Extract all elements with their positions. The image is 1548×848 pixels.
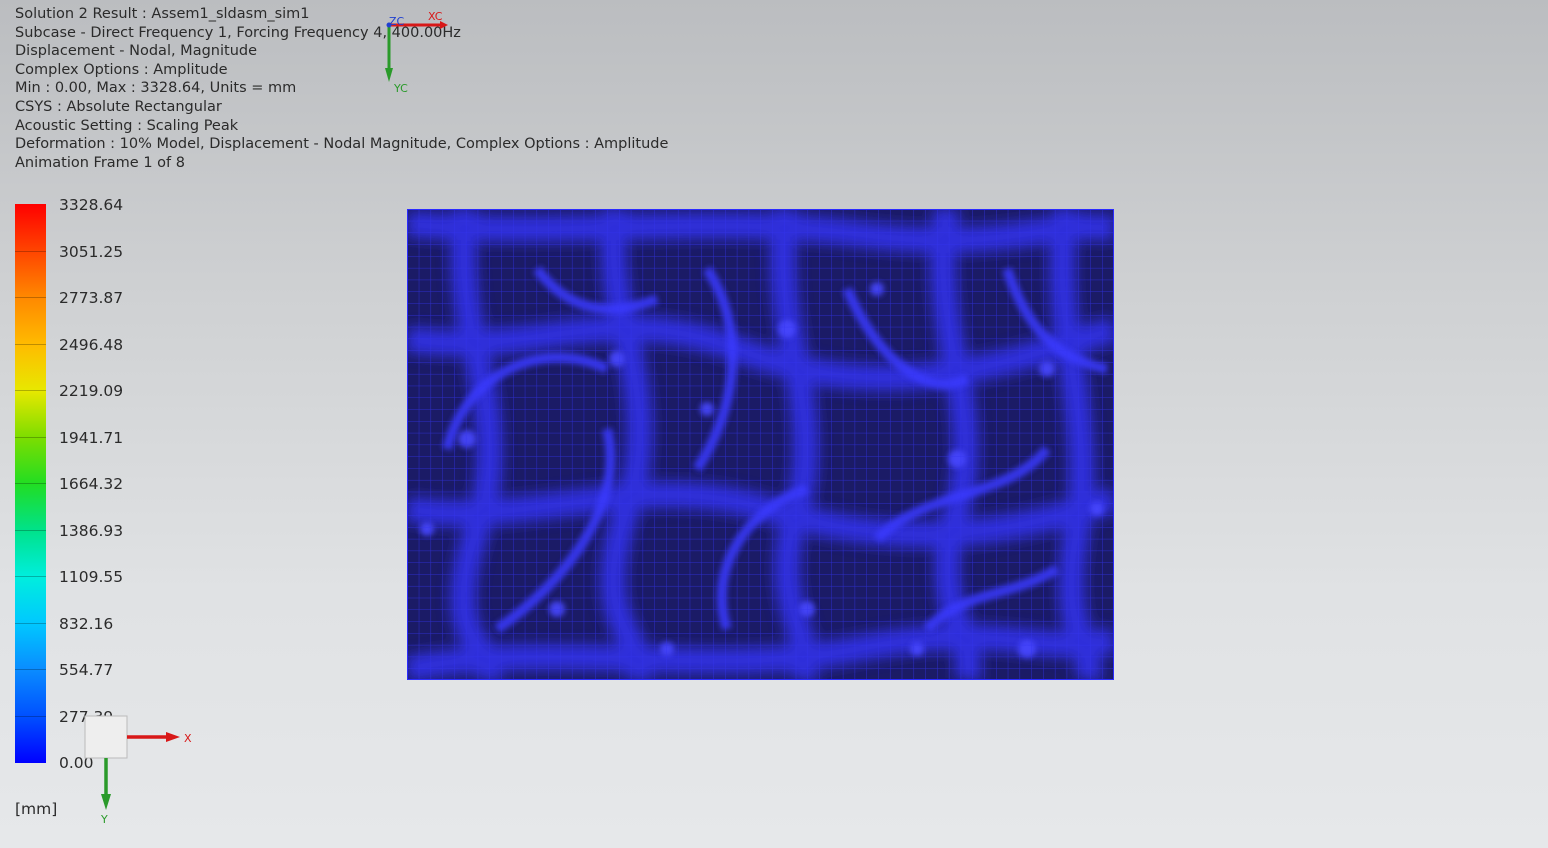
x-arrow-icon	[166, 732, 180, 742]
legend-tick	[15, 669, 46, 670]
triad-origin-box	[84, 715, 128, 759]
legend-tick	[15, 715, 46, 717]
info-deformation-line: Deformation : 10% Model, Displacement - …	[15, 136, 669, 153]
legend-tick	[15, 622, 46, 624]
fem-plate-model[interactable]	[407, 209, 1114, 680]
info-complex-options-line: Complex Options : Amplitude	[15, 61, 228, 78]
legend-tick	[15, 250, 46, 252]
info-subcase-line: Subcase - Direct Frequency 1, Forcing Fr…	[15, 24, 461, 41]
legend-value: 2219.09	[59, 382, 124, 400]
legend-value: 1109.55	[59, 568, 124, 586]
legend-value: 554.77	[59, 661, 114, 679]
legend-value: 1941.71	[59, 428, 124, 447]
color-legend-bar	[15, 204, 46, 763]
legend-tick	[15, 483, 46, 484]
legend-tick	[15, 436, 46, 438]
info-result-type-line: Displacement - Nodal, Magnitude	[15, 43, 258, 60]
info-min-max-line: Min : 0.00, Max : 3328.64, Units = mm	[15, 80, 297, 97]
legend-value: 2496.48	[59, 335, 124, 354]
info-acoustic-line: Acoustic Setting : Scaling Peak	[15, 117, 239, 134]
legend-tick	[15, 297, 46, 298]
result-info-panel: Solution 2 Result : Assem1_sldasm_sim1 S…	[15, 5, 668, 172]
yc-label: YC	[393, 82, 408, 95]
legend-value: 2773.87	[59, 289, 124, 307]
y-axis-label: Y	[100, 813, 108, 826]
fem-plate-mesh-icon	[407, 209, 1114, 680]
view-triad[interactable]: ZC XC YC	[370, 6, 470, 101]
legend-tick	[15, 343, 46, 345]
info-solution-line: Solution 2 Result : Assem1_sldasm_sim1	[15, 6, 310, 22]
csys-triad[interactable]: X Y	[80, 712, 200, 832]
legend-value: 832.16	[59, 614, 114, 633]
zc-label: ZC	[389, 15, 405, 28]
legend-value: 3051.25	[59, 242, 124, 261]
legend-value: 1386.93	[59, 521, 124, 540]
legend-tick	[15, 390, 46, 391]
legend-value: 3328.64	[59, 196, 124, 214]
xc-label: XC	[428, 10, 443, 23]
x-axis-label: X	[184, 732, 192, 745]
y-arrow-icon	[101, 794, 111, 810]
legend-tick	[15, 576, 46, 577]
legend-tick	[15, 529, 46, 531]
legend-units: [mm]	[15, 800, 58, 818]
yc-arrow-icon	[385, 68, 393, 82]
info-csys-line: CSYS : Absolute Rectangular	[15, 98, 222, 115]
info-animation-frame-line: Animation Frame 1 of 8	[15, 154, 185, 171]
legend-value: 1664.32	[59, 475, 124, 493]
